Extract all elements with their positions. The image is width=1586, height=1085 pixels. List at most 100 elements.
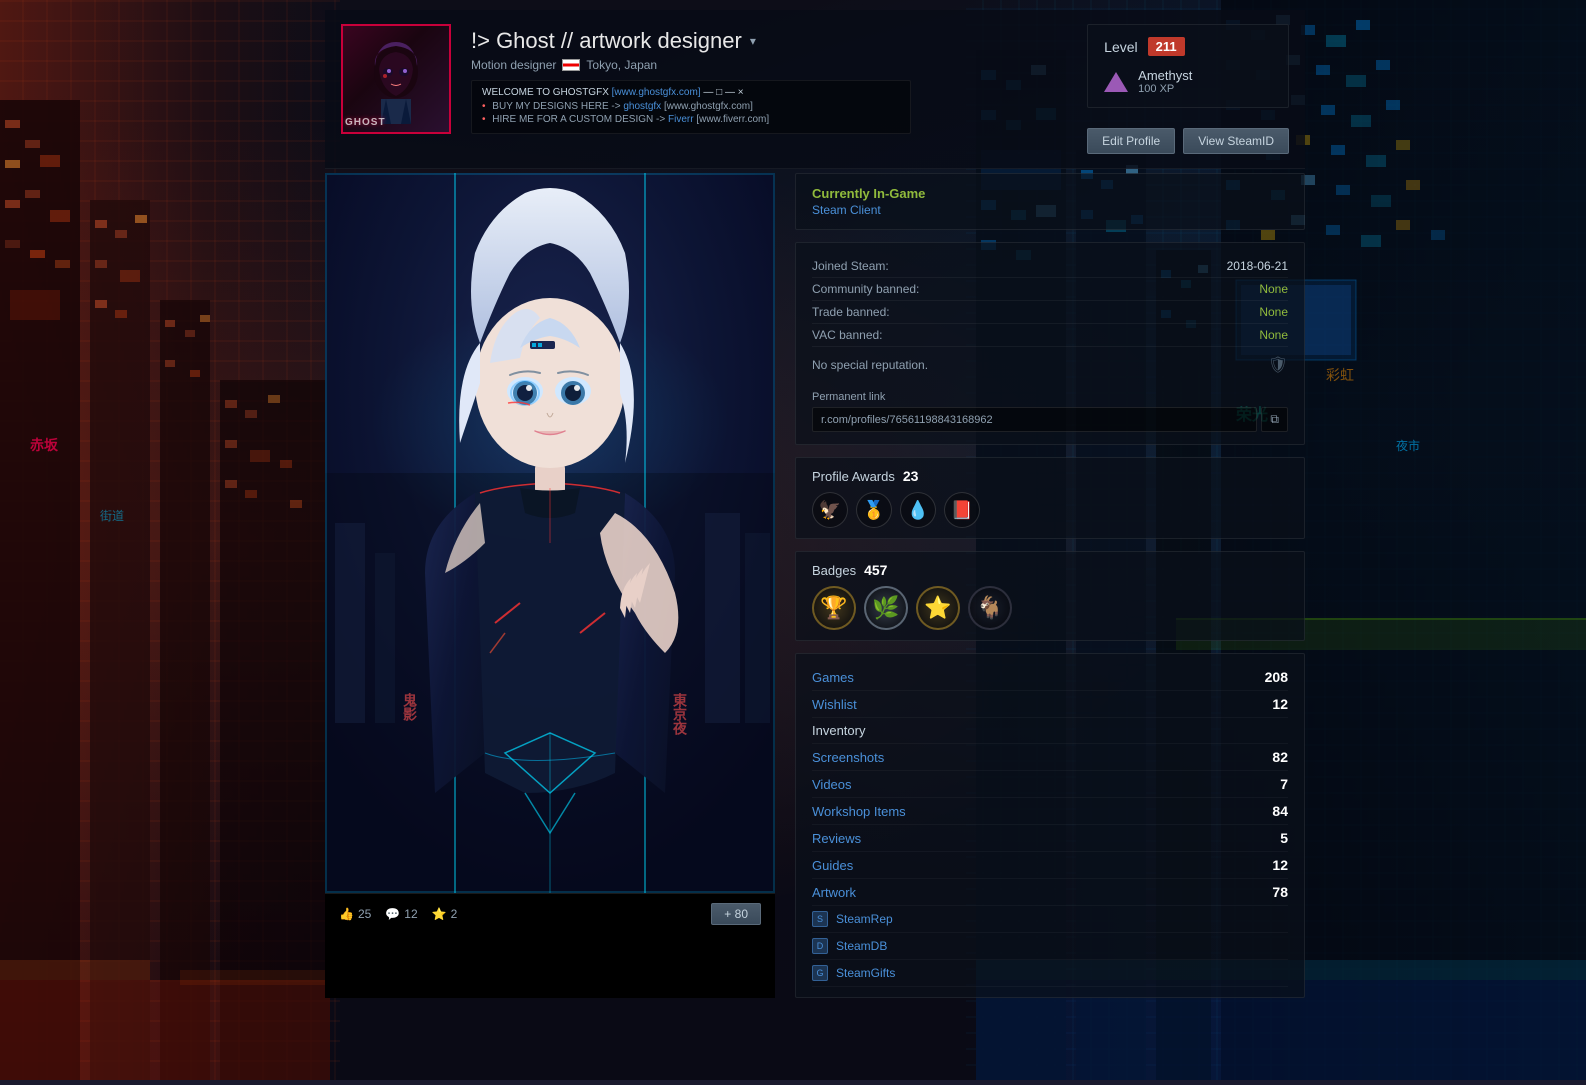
stat-games-count: 208 xyxy=(1265,669,1288,685)
ingame-box: Currently In-Game Steam Client xyxy=(795,173,1305,230)
stat-games[interactable]: Games 208 xyxy=(812,664,1288,691)
trade-ban-label: Trade banned: xyxy=(812,305,890,319)
trade-ban-value: None xyxy=(1259,305,1288,319)
award-item-3[interactable]: 💧 xyxy=(900,492,936,528)
profile-info-section: !> Ghost // artwork designer ▾ Motion de… xyxy=(471,24,1067,134)
award-item-1[interactable]: 🦅 xyxy=(812,492,848,528)
steamdb-label: SteamDB xyxy=(836,939,1288,953)
reputation-text: No special reputation. xyxy=(812,358,928,372)
level-row: Level 211 xyxy=(1104,37,1272,56)
badges-count: 457 xyxy=(864,562,887,578)
stat-inventory[interactable]: Inventory xyxy=(812,718,1288,744)
vac-ban-row: VAC banned: None xyxy=(812,324,1288,347)
profile-summary: WELCOME TO GHOSTGFX [www.ghostgfx.com] —… xyxy=(471,80,911,134)
stat-wishlist-label: Wishlist xyxy=(812,697,1272,712)
name-dropdown-arrow[interactable]: ▾ xyxy=(750,34,756,48)
xp-name: Amethyst xyxy=(1138,68,1192,83)
stat-guides[interactable]: Guides 12 xyxy=(812,852,1288,879)
stat-videos[interactable]: Videos 7 xyxy=(812,771,1288,798)
copy-link-button[interactable]: ⧉ xyxy=(1261,407,1288,432)
stat-workshop-items[interactable]: Workshop Items 84 xyxy=(812,798,1288,825)
artwork-image: 東京夜 鬼影 xyxy=(325,173,775,893)
stat-guides-label: Guides xyxy=(812,858,1272,873)
svg-text:東京夜: 東京夜 xyxy=(672,692,688,736)
award-icon: ⭐ xyxy=(432,907,447,921)
award-item-2[interactable]: 🥇 xyxy=(856,492,892,528)
award-item-4[interactable]: 📕 xyxy=(944,492,980,528)
action-buttons: Edit Profile View SteamID xyxy=(1087,128,1289,154)
awards-header: Profile Awards 23 xyxy=(812,468,1288,484)
edit-profile-button[interactable]: Edit Profile xyxy=(1087,128,1175,154)
amethyst-gem-icon xyxy=(1104,72,1128,92)
badges-label: Badges xyxy=(812,563,856,578)
community-ban-label: Community banned: xyxy=(812,282,919,296)
stat-artwork[interactable]: Artwork 78 xyxy=(812,879,1288,906)
stat-reviews-count: 5 xyxy=(1280,830,1288,846)
badge-item-3[interactable]: ⭐ xyxy=(916,586,960,630)
joined-value: 2018-06-21 xyxy=(1227,259,1288,273)
svg-text:夜市: 夜市 xyxy=(1396,438,1420,453)
badge-item-1[interactable]: 🏆 xyxy=(812,586,856,630)
summary-title: WELCOME TO GHOSTGFX [www.ghostgfx.com] —… xyxy=(482,87,900,98)
svg-text:鬼影: 鬼影 xyxy=(402,692,418,722)
avatar-image: GHOST xyxy=(343,26,449,132)
badge-item-4[interactable]: 🐐 xyxy=(968,586,1012,630)
artwork-footer: 👍 25 💬 12 ⭐ 2 + 80 xyxy=(325,893,775,933)
perm-link-row: ⧉ xyxy=(812,407,1288,432)
reputation-row: No special reputation. 🛡 xyxy=(812,347,1288,383)
stat-artwork-label: Artwork xyxy=(812,885,1272,900)
stat-videos-count: 7 xyxy=(1280,776,1288,792)
badge-item-2[interactable]: 🌿 xyxy=(864,586,908,630)
summary-url[interactable]: [www.ghostgfx.com] xyxy=(612,87,701,98)
steamgifts-link[interactable]: G SteamGifts xyxy=(812,960,1288,987)
community-ban-row: Community banned: None xyxy=(812,278,1288,301)
view-steamid-button[interactable]: View SteamID xyxy=(1183,128,1289,154)
comment-icon: 💬 xyxy=(385,907,400,921)
likes-stat: 👍 25 xyxy=(339,907,371,921)
more-artwork-button[interactable]: + 80 xyxy=(711,903,761,925)
artwork-stats: 👍 25 💬 12 ⭐ 2 xyxy=(339,907,457,921)
buildings-left: 赤坂 街道 xyxy=(0,0,330,1080)
stat-wishlist[interactable]: Wishlist 12 xyxy=(812,691,1288,718)
badges-section: Badges 457 🏆 🌿 ⭐ 🐐 xyxy=(795,551,1305,641)
stat-workshop-count: 84 xyxy=(1272,803,1288,819)
ingame-game[interactable]: Steam Client xyxy=(812,203,1288,217)
joined-row: Joined Steam: 2018-06-21 xyxy=(812,255,1288,278)
stat-screenshots-label: Screenshots xyxy=(812,750,1272,765)
profile-subtitle: Motion designer Tokyo, Japan xyxy=(471,58,1067,72)
right-panel: Currently In-Game Steam Client Joined St… xyxy=(775,173,1305,998)
stat-videos-label: Videos xyxy=(812,777,1280,792)
details-box: Joined Steam: 2018-06-21 Community banne… xyxy=(795,242,1305,445)
steamrep-link[interactable]: S SteamRep xyxy=(812,906,1288,933)
level-panel: Level 211 Amethyst 100 XP xyxy=(1087,24,1289,108)
stat-guides-count: 12 xyxy=(1272,857,1288,873)
awards-count: 23 xyxy=(903,468,919,484)
badges-header: Badges 457 xyxy=(812,562,1288,578)
comments-stat: 💬 12 xyxy=(385,907,417,921)
thumbsup-icon: 👍 xyxy=(339,907,354,921)
steamrep-icon: S xyxy=(812,911,828,927)
perm-link-input[interactable] xyxy=(812,407,1257,432)
svg-text:彩虹: 彩虹 xyxy=(1326,367,1354,383)
awards-stat: ⭐ 2 xyxy=(432,907,458,921)
summary-link1[interactable]: ghostgfx xyxy=(623,101,661,112)
avatar-container: GHOST xyxy=(341,24,451,134)
stat-games-label: Games xyxy=(812,670,1265,685)
stat-reviews-label: Reviews xyxy=(812,831,1280,846)
vac-ban-value: None xyxy=(1259,328,1288,342)
stat-artwork-count: 78 xyxy=(1272,884,1288,900)
summary-link2[interactable]: Fiverr xyxy=(668,114,694,125)
level-xp-panel: Level 211 Amethyst 100 XP Edit Profile V… xyxy=(1087,24,1289,154)
content-area: 東京夜 鬼影 👍 25 💬 12 xyxy=(325,173,1305,998)
summary-line1: • BUY MY DESIGNS HERE -> ghostgfx [www.g… xyxy=(482,101,900,112)
ingame-status: Currently In-Game xyxy=(812,186,1288,201)
stat-reviews[interactable]: Reviews 5 xyxy=(812,825,1288,852)
svg-text:街道: 街道 xyxy=(100,509,124,523)
xp-row: Amethyst 100 XP xyxy=(1104,68,1272,95)
perm-link-label: Permanent link xyxy=(812,391,1288,403)
stat-screenshots[interactable]: Screenshots 82 xyxy=(812,744,1288,771)
steamdb-icon: D xyxy=(812,938,828,954)
steamdb-link[interactable]: D SteamDB xyxy=(812,933,1288,960)
shield-icon: 🛡 xyxy=(1268,355,1288,375)
awards-label: Profile Awards xyxy=(812,469,895,484)
